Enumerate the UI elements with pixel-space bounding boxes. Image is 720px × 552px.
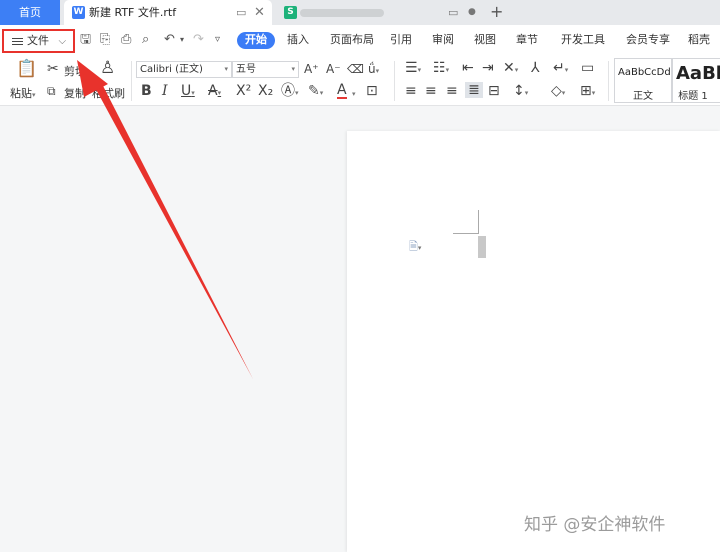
annotation-arrow (77, 60, 253, 379)
